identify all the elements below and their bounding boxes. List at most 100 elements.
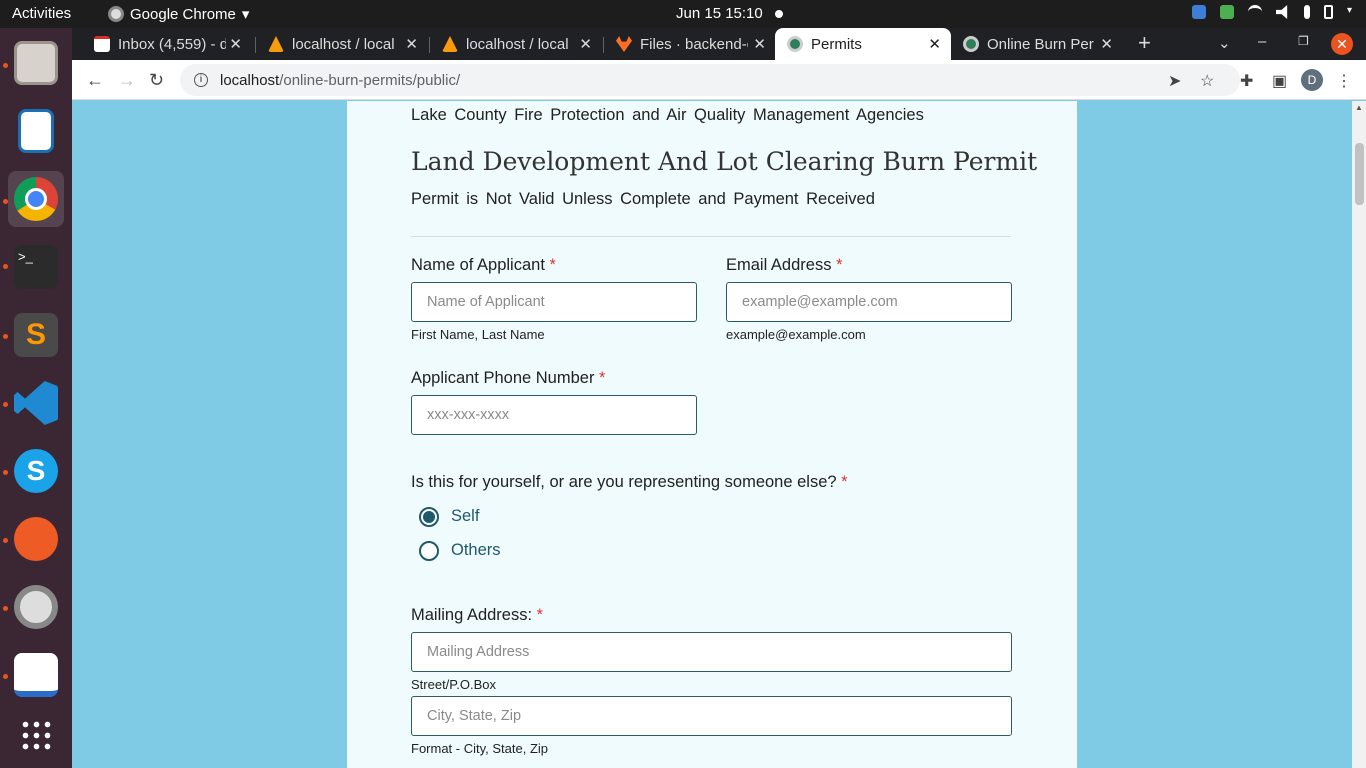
tab-online-burn[interactable]: Online Burn Per ✕ [951, 28, 1123, 60]
new-tab-button[interactable]: + [1138, 30, 1151, 56]
city-placeholder: City, State, Zip [427, 708, 522, 724]
sublime-app[interactable]: S [8, 307, 64, 363]
document-icon [18, 109, 54, 153]
tab-strip: Inbox (4,559) - d ✕ localhost / local ✕ … [72, 28, 1366, 60]
page-title: Land Development And Lot Clearing Burn P… [411, 147, 1038, 176]
email-help: example@example.com [726, 327, 866, 342]
tab-title: localhost / local [292, 35, 395, 53]
phpmyadmin-icon [268, 36, 284, 52]
url-host: localhost [220, 71, 280, 89]
mailing-city-input[interactable]: City, State, Zip [411, 696, 1012, 736]
terminal-icon: >_ [14, 245, 58, 289]
scroll-up-icon[interactable]: ▲ [1355, 103, 1363, 112]
radio-self-label[interactable]: Self [451, 507, 479, 526]
gitlab-icon [616, 36, 632, 52]
phone-label: Applicant Phone Number * [411, 369, 606, 387]
clock[interactable]: Jun 15 15:10 [676, 5, 763, 22]
close-tab-icon[interactable]: ✕ [928, 35, 941, 53]
chrome-icon [14, 177, 58, 221]
chevron-down-icon: ▾ [241, 6, 250, 23]
name-help: First Name, Last Name [411, 327, 545, 342]
text-editor-icon [14, 653, 58, 697]
mailing-label: Mailing Address: * [411, 606, 544, 624]
sublime-text-icon: S [14, 313, 58, 357]
tab-title: Permits [811, 35, 862, 53]
email-placeholder: example@example.com [742, 294, 898, 310]
page-scrollbar[interactable]: ▲ [1352, 101, 1366, 768]
system-top-bar: Activities Google Chrome ▾ Jun 15 15:10 … [0, 0, 1366, 28]
minimize-button[interactable]: – [1258, 33, 1266, 50]
scroll-thumb[interactable] [1355, 143, 1364, 205]
update-icon[interactable] [1219, 5, 1234, 19]
tab-inbox[interactable]: Inbox (4,559) - d ✕ [82, 28, 252, 60]
divider [411, 236, 1011, 237]
reload-button[interactable]: ↻ [149, 70, 164, 91]
radio-self[interactable] [419, 507, 439, 527]
chrome-app[interactable] [8, 171, 64, 227]
browser-toolbar: ← → ↻ i localhost/online-burn-permits/pu… [72, 60, 1366, 100]
show-applications-button[interactable] [8, 707, 64, 763]
tab-permits[interactable]: Permits ✕ [775, 28, 951, 60]
menu-kebab-icon[interactable]: ⋮ [1336, 71, 1352, 91]
terminal-app[interactable]: >_ [8, 239, 64, 295]
power-menu-icon[interactable]: ▾ [1347, 5, 1352, 19]
close-tab-icon[interactable]: ✕ [579, 35, 592, 53]
close-tab-icon[interactable]: ✕ [753, 35, 766, 53]
gear-icon [14, 585, 58, 629]
writer-app[interactable] [8, 103, 64, 159]
app-menu[interactable]: Google Chrome ▾ [108, 5, 249, 23]
wifi-icon[interactable] [1247, 5, 1262, 19]
bookmark-star-icon[interactable]: ☆ [1200, 71, 1214, 91]
forward-button[interactable]: → [118, 70, 136, 91]
agency-name: Lake County Fire Protection and Air Qual… [411, 106, 924, 124]
close-tab-icon[interactable]: ✕ [1100, 35, 1113, 53]
text-editor-app[interactable] [8, 647, 64, 703]
email-input[interactable]: example@example.com [726, 282, 1012, 322]
postman-icon [14, 517, 58, 561]
back-button[interactable]: ← [86, 70, 104, 91]
site-info-icon[interactable]: i [194, 73, 208, 87]
name-label: Name of Applicant * [411, 256, 556, 274]
vscode-icon [14, 381, 58, 425]
permits-site-icon [787, 36, 803, 52]
send-icon[interactable]: ➤ [1168, 71, 1181, 91]
side-panel-icon[interactable]: ▣ [1272, 71, 1287, 91]
representing-question: Is this for yourself, or are you represe… [411, 473, 848, 491]
radio-others-label[interactable]: Others [451, 541, 501, 560]
settings-app[interactable] [8, 579, 64, 635]
radio-others[interactable] [419, 541, 439, 561]
chrome-icon [108, 6, 124, 22]
shield-icon[interactable] [1191, 5, 1206, 19]
city-help: Format - City, State, Zip [411, 741, 549, 756]
page-viewport: Lake County Fire Protection and Air Qual… [72, 101, 1352, 768]
extensions-icon[interactable]: ✚ [1240, 71, 1253, 91]
skype-app[interactable]: S [8, 443, 64, 499]
tab-files[interactable]: Files · backend-c ✕ [604, 28, 776, 60]
volume-icon[interactable] [1275, 5, 1288, 19]
microphone-icon[interactable] [1303, 5, 1310, 19]
files-app[interactable] [8, 35, 64, 91]
close-tab-icon[interactable]: ✕ [405, 35, 418, 53]
dock: >_ S S [0, 28, 72, 768]
postman-app[interactable] [8, 511, 64, 567]
permits-site-icon [963, 36, 979, 52]
activities-button[interactable]: Activities [12, 5, 71, 22]
address-bar[interactable]: i localhost/online-burn-permits/public/ [180, 64, 1240, 96]
profile-avatar[interactable]: D [1301, 69, 1323, 91]
tab-search-icon[interactable]: ⌄ [1218, 34, 1231, 52]
close-tab-icon[interactable]: ✕ [229, 35, 242, 53]
tab-localhost-2[interactable]: localhost / local ✕ [430, 28, 602, 60]
vscode-app[interactable] [8, 375, 64, 431]
tab-title: Inbox (4,559) - d [118, 35, 226, 53]
mailing-street-input[interactable]: Mailing Address [411, 632, 1012, 672]
tab-title: localhost / local [466, 35, 569, 53]
restore-button[interactable]: ❐ [1298, 34, 1309, 48]
close-window-button[interactable]: ✕ [1331, 33, 1353, 55]
app-grid-icon [20, 719, 52, 751]
system-tray[interactable]: ▾ [1191, 5, 1352, 19]
tab-title: Online Burn Per [987, 35, 1094, 53]
phone-input[interactable]: xxx-xxx-xxxx [411, 395, 697, 435]
tab-localhost-1[interactable]: localhost / local ✕ [256, 28, 428, 60]
battery-icon[interactable] [1323, 5, 1333, 19]
name-input[interactable]: Name of Applicant [411, 282, 697, 322]
